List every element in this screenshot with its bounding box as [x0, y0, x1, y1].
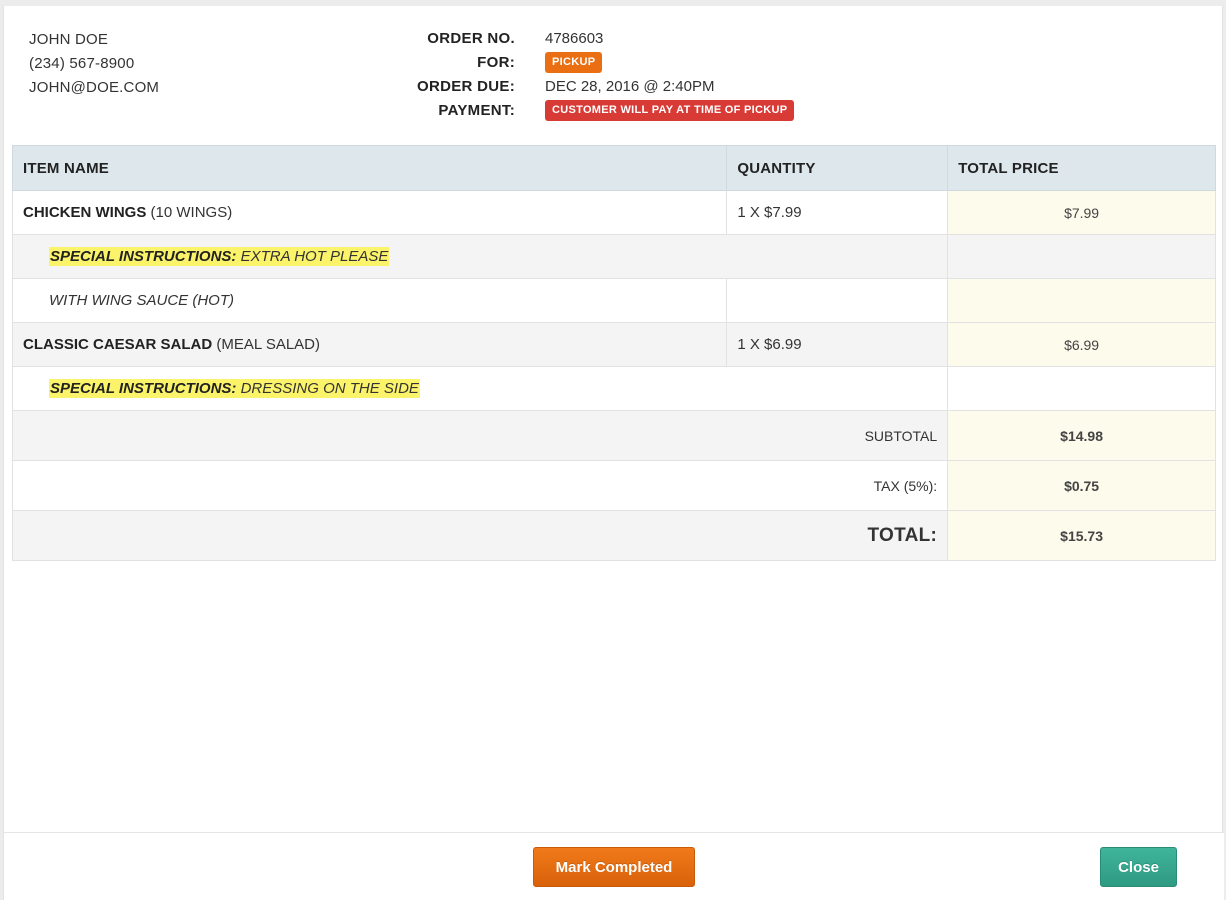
tax-row: TAX (5%): $0.75: [11, 460, 1216, 511]
column-header-quantity: QUANTITY: [726, 145, 949, 191]
special-instructions: SPECIAL INSTRUCTIONS: EXTRA HOT PLEASE: [49, 247, 390, 266]
order-items-table: ITEM NAME QUANTITY TOTAL PRICE CHICKEN W…: [11, 145, 1216, 561]
special-instructions-label: SPECIAL INSTRUCTIONS:: [50, 248, 237, 265]
mark-completed-button[interactable]: Mark Completed: [533, 847, 695, 887]
order-for-label: FOR:: [477, 53, 515, 71]
close-button[interactable]: Close: [1100, 847, 1177, 887]
payment-label: PAYMENT:: [438, 101, 515, 119]
customer-phone: (234) 567-8900: [29, 55, 135, 72]
item-price: $6.99: [947, 322, 1216, 367]
order-number: 4786603: [545, 29, 604, 47]
item-quantity: 1 X $7.99: [726, 190, 949, 235]
payment-row: PAYMENT: CUSTOMER WILL PAY AT TIME OF PI…: [384, 98, 795, 122]
total-row: TOTAL: $15.73: [11, 510, 1216, 561]
order-number-label: ORDER NO.: [427, 29, 515, 47]
order-due-label: ORDER DUE:: [416, 77, 515, 95]
item-price: $7.99: [947, 190, 1216, 235]
order-for-row: FOR: PICKUP: [384, 50, 794, 74]
table-header-row: ITEM NAME QUANTITY TOTAL PRICE: [11, 145, 1216, 191]
column-header-total-price: TOTAL PRICE: [947, 145, 1216, 191]
subtotal-label: SUBTOTAL: [11, 410, 949, 461]
item-name: CHICKEN WINGS: [23, 204, 147, 221]
order-due-row: ORDER DUE: DEC 28, 2016 @ 2:40PM: [384, 74, 794, 98]
order-info: ORDER NO. 4786603 FOR: PICKUP ORDER DUE:…: [384, 26, 795, 122]
tax-label: TAX (5%):: [11, 460, 949, 511]
customer-info: JOHN DOE (234) 567-8900 JOHN@DOE.COM: [29, 28, 159, 100]
customer-email: JOHN@DOE.COM: [29, 79, 160, 96]
table-row: CHICKEN WINGS (10 WINGS) 1 X $7.99 $7.99: [11, 190, 1216, 235]
special-instructions-label: SPECIAL INSTRUCTIONS:: [50, 380, 237, 397]
item-quantity: 1 X $6.99: [726, 322, 949, 367]
special-instructions: SPECIAL INSTRUCTIONS: DRESSING ON THE SI…: [49, 379, 420, 398]
item-name-cell: CHICKEN WINGS (10 WINGS): [11, 190, 728, 235]
item-name: CLASSIC CAESAR SALAD: [23, 336, 213, 353]
total-label: TOTAL:: [11, 510, 949, 561]
payment-badge: CUSTOMER WILL PAY AT TIME OF PICKUP: [545, 99, 795, 121]
table-row: CLASSIC CAESAR SALAD (MEAL SALAD) 1 X $6…: [11, 322, 1216, 367]
subtotal-row: SUBTOTAL $14.98: [11, 410, 1216, 461]
order-number-row: ORDER NO. 4786603: [384, 26, 794, 50]
pickup-badge: PICKUP: [545, 51, 603, 73]
item-variant: (10 WINGS): [150, 204, 233, 221]
table-row-instructions: SPECIAL INSTRUCTIONS: EXTRA HOT PLEASE: [11, 234, 1216, 279]
item-option: WITH WING SAUCE (HOT): [11, 278, 728, 323]
column-header-item-name: ITEM NAME: [11, 145, 728, 191]
table-row-instructions: SPECIAL INSTRUCTIONS: DRESSING ON THE SI…: [11, 366, 1216, 411]
subtotal-value: $14.98: [947, 410, 1216, 461]
item-name-cell: CLASSIC CAESAR SALAD (MEAL SALAD): [11, 322, 728, 367]
modal-footer: Mark Completed Close: [4, 832, 1224, 900]
table-row-option: WITH WING SAUCE (HOT): [11, 278, 1216, 323]
item-variant: (MEAL SALAD): [216, 336, 320, 353]
tax-value: $0.75: [947, 460, 1216, 511]
customer-name: JOHN DOE: [29, 31, 109, 48]
total-value: $15.73: [947, 510, 1216, 561]
special-instructions-text: EXTRA HOT PLEASE: [240, 248, 389, 265]
special-instructions-text: DRESSING ON THE SIDE: [240, 380, 419, 397]
order-due-value: DEC 28, 2016 @ 2:40PM: [545, 77, 715, 95]
order-details-modal: JOHN DOE (234) 567-8900 JOHN@DOE.COM ORD…: [3, 6, 1224, 900]
